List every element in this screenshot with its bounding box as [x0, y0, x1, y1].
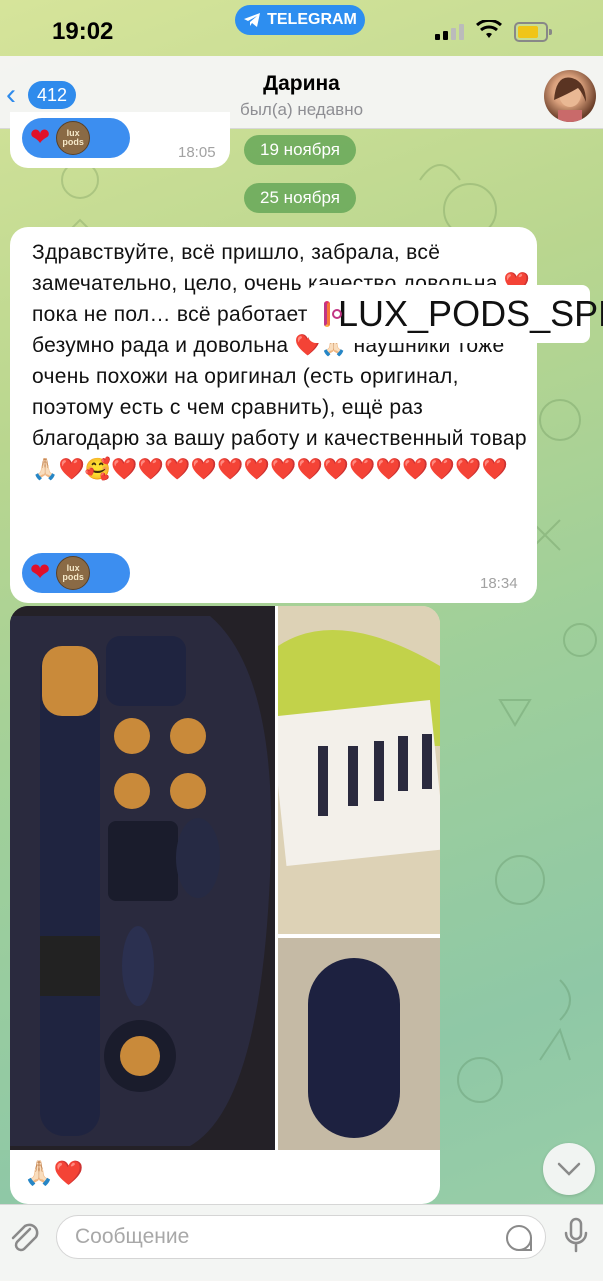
sticker-icon[interactable]: [506, 1225, 532, 1251]
date-separator: 19 ноября: [244, 135, 356, 165]
heart-reaction-icon: ❤: [30, 559, 51, 586]
app-pill-label: TELEGRAM: [267, 11, 357, 28]
hair-styler-case-image: [10, 606, 275, 1150]
reaction-pill[interactable]: ❤ lux pods: [22, 553, 130, 593]
instagram-watermark: LUX_PODS_SPB: [308, 285, 603, 343]
contact-avatar[interactable]: [544, 70, 596, 122]
chevron-down-icon: [557, 1162, 581, 1176]
message-bubble[interactable]: ❤ lux pods 18:05: [10, 112, 230, 168]
microphone-icon[interactable]: [564, 1217, 588, 1253]
message-bubble[interactable]: Здравствуйте, всё пришло, забрала, всё з…: [10, 227, 537, 603]
reaction-pill[interactable]: ❤ lux pods: [22, 118, 130, 158]
watermark-text: LUX_PODS_SPB: [338, 293, 603, 334]
contact-name[interactable]: Дарина: [0, 72, 603, 96]
album-photo-1[interactable]: [10, 606, 275, 1150]
reactor-avatar: lux pods: [56, 121, 91, 155]
photo-album-bubble[interactable]: 🙏🏻❤️: [10, 606, 440, 1204]
message-time: 18:05: [178, 144, 216, 161]
album-caption: 🙏🏻❤️: [24, 1160, 84, 1187]
cellular-signal-icon: [435, 24, 464, 40]
album-photo-2[interactable]: [278, 606, 440, 934]
wifi-icon: [476, 20, 502, 38]
telegram-app-pill[interactable]: TELEGRAM: [235, 5, 365, 35]
heart-reaction-icon: ❤: [30, 124, 51, 151]
instagram-icon: [324, 301, 342, 327]
message-time: 18:34: [480, 575, 518, 592]
avatar-photo: [554, 77, 586, 122]
status-bar: 19:02 TELEGRAM: [0, 0, 603, 56]
reactor-avatar: lux pods: [56, 556, 91, 590]
message-input[interactable]: [56, 1215, 546, 1259]
scroll-down-button[interactable]: [543, 1143, 595, 1195]
message-input-bar: [0, 1204, 603, 1281]
status-time: 19:02: [52, 18, 114, 45]
telegram-icon: [244, 13, 261, 27]
reactor-avatar-text: lux pods: [62, 563, 84, 582]
attach-paperclip-icon[interactable]: [8, 1219, 42, 1259]
battery-icon: [514, 22, 552, 42]
message-text: Здравствуйте, всё пришло, забрала, всё з…: [32, 241, 531, 481]
album-photo-3[interactable]: [278, 938, 440, 1150]
reactor-avatar-text: lux pods: [62, 128, 84, 147]
date-separator: 25 ноября: [244, 183, 356, 213]
product-box-image: [278, 606, 440, 934]
closed-case-image: [278, 938, 440, 1150]
